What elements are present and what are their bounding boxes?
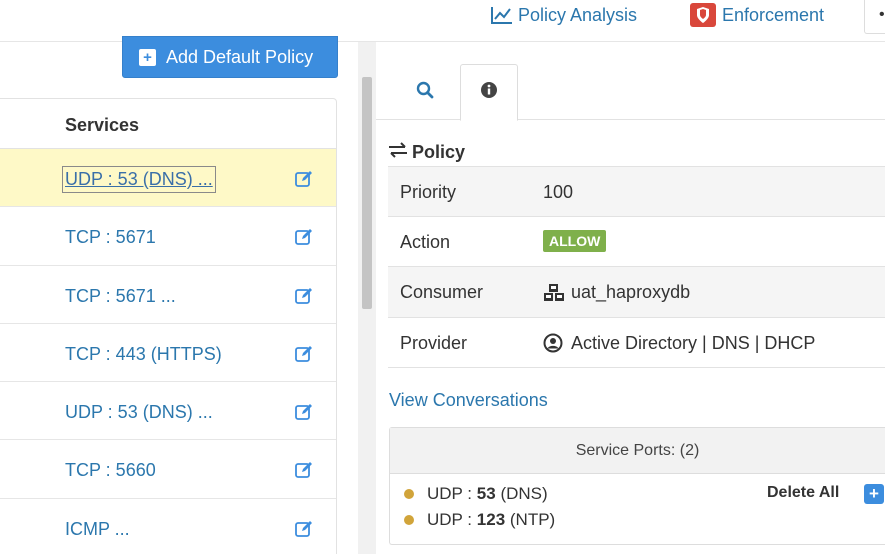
edit-icon[interactable] — [294, 402, 314, 422]
policy-heading-label: Policy — [412, 142, 466, 162]
tab-info[interactable] — [460, 64, 518, 121]
cubes-icon — [543, 283, 565, 303]
services-table: Services UDP : 53 (DNS) ... TCP : 5671 TCP… — [0, 98, 337, 554]
service-link[interactable]: UDP : 53 (DNS) ... — [62, 166, 216, 193]
search-icon — [416, 81, 434, 104]
user-circle-icon — [543, 333, 565, 353]
service-link[interactable]: ICMP ... — [65, 519, 130, 540]
policy-row-action: Action ALLOW — [388, 217, 885, 267]
provider-link[interactable]: Active Directory | DNS | DHCP — [571, 333, 815, 354]
add-port-button[interactable]: + — [864, 484, 884, 504]
add-default-policy-label: Add Default Policy — [166, 46, 314, 67]
table-row[interactable]: TCP : 5671 ... — [0, 266, 336, 324]
edit-icon[interactable] — [294, 519, 314, 539]
status-dot-icon — [404, 489, 414, 499]
service-ports-box: Service Ports: (2) UDP : 53 (DNS) UDP : … — [389, 427, 885, 545]
policy-key: Provider — [400, 332, 468, 353]
exchange-arrows-icon — [388, 142, 408, 163]
service-link[interactable]: TCP : 5660 — [65, 460, 156, 481]
table-row[interactable]: UDP : 53 (DNS) ... — [0, 149, 336, 208]
shield-icon — [690, 3, 716, 27]
edit-icon[interactable] — [294, 344, 314, 364]
plus-square-icon: + — [139, 48, 156, 66]
policy-key: Priority — [400, 182, 457, 202]
policy-heading: Policy — [388, 142, 465, 163]
nav-policy-analysis-label: Policy Analysis — [518, 4, 638, 25]
table-row[interactable]: ICMP ... — [0, 499, 336, 554]
nav-policy-analysis[interactable]: Policy Analysis — [490, 0, 637, 30]
details-tab-bar — [376, 42, 885, 121]
policy-attributes-table: Priority 100 Action ALLOW Consumer uat_h… — [388, 166, 885, 368]
service-port-item: UDP : 123 (NTP) — [404, 510, 555, 530]
policy-details-panel: Policy Priority 100 Action ALLOW Consume… — [376, 42, 885, 554]
policy-key: Consumer — [400, 282, 484, 302]
policy-row-provider: Provider Active Directory | DNS | DHCP — [388, 318, 885, 368]
status-dot-icon — [404, 515, 414, 525]
more-menu-button[interactable]: • — [864, 0, 885, 34]
table-row[interactable]: TCP : 5660 — [0, 440, 336, 499]
service-link[interactable]: UDP : 53 (DNS) ... — [65, 402, 213, 423]
info-icon — [480, 81, 498, 104]
edit-icon[interactable] — [294, 460, 314, 480]
service-link[interactable]: TCP : 5671 — [65, 227, 156, 248]
delete-all-button[interactable]: Delete All — [767, 484, 839, 502]
nav-enforcement-label: Enforcement — [722, 4, 825, 25]
policy-row-consumer: Consumer uat_haproxydb — [388, 267, 885, 318]
edit-icon[interactable] — [294, 169, 314, 189]
table-row[interactable]: TCP : 443 (HTTPS) — [0, 324, 336, 383]
tab-search[interactable] — [396, 64, 454, 120]
service-ports-header: Service Ports: (2) — [390, 428, 885, 474]
service-port-item: UDP : 53 (DNS) — [404, 484, 548, 504]
service-link[interactable]: TCP : 443 (HTTPS) — [65, 344, 222, 365]
consumer-link[interactable]: uat_haproxydb — [571, 282, 690, 303]
nav-enforcement[interactable]: Enforcement — [690, 0, 824, 30]
scrollbar-thumb[interactable] — [362, 77, 372, 309]
edit-icon[interactable] — [294, 286, 314, 306]
table-row[interactable]: TCP : 5671 — [0, 207, 336, 266]
policy-key: Action — [400, 231, 451, 252]
line-chart-icon — [490, 5, 514, 25]
services-column-header: Services — [0, 99, 336, 149]
edit-icon[interactable] — [294, 227, 314, 247]
add-default-policy-button[interactable]: + Add Default Policy — [122, 36, 338, 78]
allow-badge: ALLOW — [543, 229, 607, 252]
table-row[interactable]: UDP : 53 (DNS) ... — [0, 382, 336, 441]
policy-row-priority: Priority 100 — [388, 166, 885, 217]
view-conversations-link[interactable]: View Conversations — [389, 390, 548, 411]
service-link[interactable]: TCP : 5671 ... — [65, 286, 176, 307]
policy-value-priority: 100 — [543, 182, 574, 202]
